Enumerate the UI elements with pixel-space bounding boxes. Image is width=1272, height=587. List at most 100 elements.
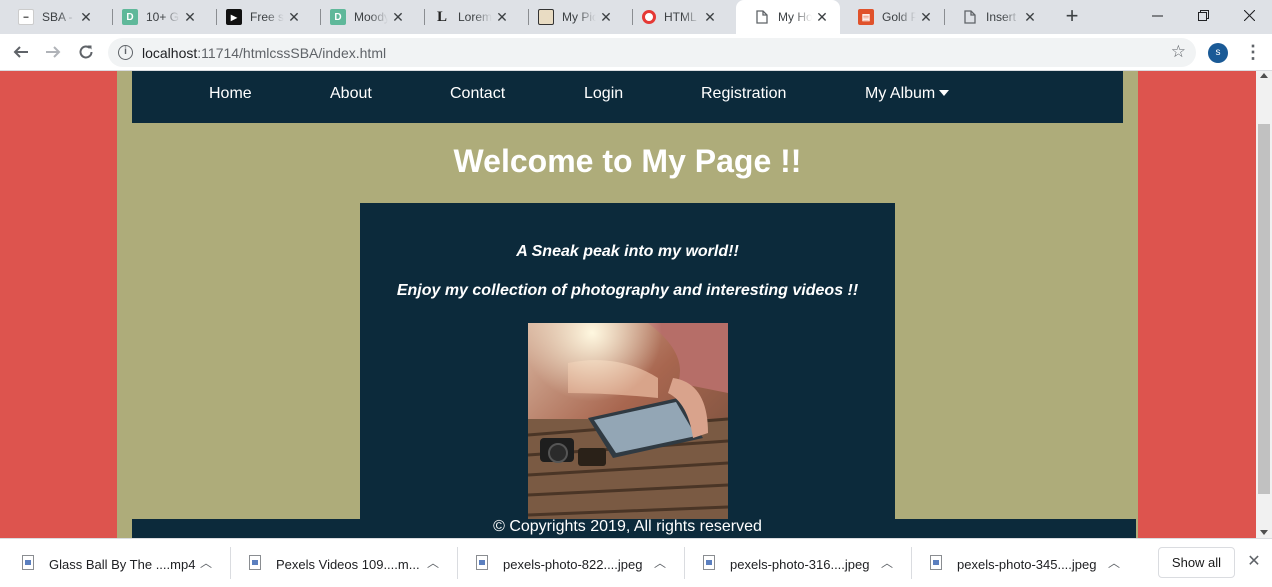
close-tab-icon[interactable]: ✕ [180,9,200,26]
scroll-up-arrow-icon[interactable] [1260,73,1268,78]
page-scrollbar[interactable] [1256,71,1272,538]
download-item[interactable]: pexels-photo-822....jpeg ︿ [454,539,681,587]
profile-avatar[interactable]: s [1208,43,1228,63]
caret-down-icon [939,90,950,96]
file-icon [476,555,488,570]
close-tab-icon[interactable]: ✕ [284,9,304,26]
url-path: :11714/htmlcssSBA/index.html [197,45,387,61]
tagline-secondary: Enjoy my collection of photography and i… [396,282,859,299]
restore-icon[interactable] [1180,0,1226,30]
nav-home[interactable]: Home [209,85,252,103]
footer-copyright: © Copyrights 2019, All rights reserved [493,518,762,535]
sba-favicon-icon: ▬ [18,9,34,25]
tab-title: Gold Pa [882,10,916,24]
page-viewport: Home About Contact Login Registration My… [0,71,1256,538]
picture-favicon-icon [538,9,554,25]
download-item[interactable]: pexels-photo-345....jpeg ︿ [908,539,1135,587]
close-window-icon[interactable] [1226,0,1272,30]
tab-title: My Hor [778,10,812,24]
chevron-up-icon[interactable]: ︿ [1108,554,1120,571]
new-tab-icon[interactable]: + [1060,5,1084,29]
orange-favicon-icon: ▤ [858,9,874,25]
file-icon [249,555,261,570]
browser-tab[interactable]: ▶ Free sto ✕ [208,0,312,34]
browser-tab[interactable]: ▤ Gold Pa ✕ [840,0,944,34]
url-text: localhost:11714/htmlcssSBA/index.html [142,45,386,61]
site-navbar: Home About Contact Login Registration My… [132,71,1123,123]
green-d-favicon-icon: D [330,9,346,25]
tab-title: Insert ti [986,10,1020,24]
nav-my-album[interactable]: My Album [865,85,950,103]
file-icon [22,555,34,570]
download-filename: Pexels Videos 109....m... [276,557,420,572]
opera-favicon-icon [642,10,656,24]
close-tab-icon[interactable]: ✕ [76,9,96,26]
url-host: localhost [142,45,198,61]
close-tab-icon[interactable]: ✕ [596,9,616,26]
tab-title: Moody [354,10,388,24]
tab-title: My Pict [562,10,596,24]
page-favicon-icon [962,9,978,25]
play-favicon-icon: ▶ [226,9,242,25]
download-filename: Glass Ball By The ....mp4 [49,557,196,572]
browser-tab[interactable]: Insert ti ✕ [944,0,1048,34]
nav-about[interactable]: About [330,85,372,103]
browser-tab[interactable]: ▬ SBA - H ✕ [0,0,104,34]
download-item[interactable]: Pexels Videos 109....m... ︿ [227,539,454,587]
chevron-up-icon[interactable]: ︿ [427,554,439,571]
file-icon [930,555,942,570]
close-tab-icon[interactable]: ✕ [492,9,512,26]
browser-tab[interactable]: HTML C ✕ [624,0,728,34]
forward-arrow-icon[interactable] [41,40,65,64]
browser-tab-active[interactable]: My Hor ✕ [736,0,840,34]
file-icon [703,555,715,570]
tab-title: 10+ Gr [146,10,180,24]
scrollbar-thumb[interactable] [1258,124,1270,494]
nav-login[interactable]: Login [584,85,623,103]
featured-photo [528,323,728,519]
menu-kebab-icon[interactable]: ⋮ [1244,41,1262,63]
page-container: Home About Contact Login Registration My… [117,71,1138,538]
tab-title: Lorem I [458,10,492,24]
download-item[interactable]: Glass Ball By The ....mp4 ︿ [0,539,227,587]
tab-title: SBA - H [42,10,76,24]
close-shelf-icon[interactable]: ✕ [1245,551,1263,573]
tab-title: Free sto [250,10,284,24]
download-item[interactable]: pexels-photo-316....jpeg ︿ [681,539,908,587]
browser-tab[interactable]: My Pict ✕ [520,0,624,34]
tagline-primary: A Sneak peak into my world!! [516,243,739,260]
bookmark-star-icon[interactable]: ☆ [1171,42,1186,62]
browser-toolbar: i localhost:11714/htmlcssSBA/index.html … [0,34,1272,71]
chevron-up-icon[interactable]: ︿ [200,554,212,571]
reload-icon[interactable] [74,40,98,64]
download-filename: pexels-photo-345....jpeg [957,557,1097,572]
close-tab-icon[interactable]: ✕ [1020,9,1040,26]
nav-registration[interactable]: Registration [701,85,786,103]
address-bar[interactable]: i localhost:11714/htmlcssSBA/index.html … [108,38,1196,67]
browser-tab[interactable]: D Moody ✕ [312,0,416,34]
scroll-down-arrow-icon[interactable] [1260,530,1268,535]
tab-title: HTML C [664,10,700,24]
close-tab-icon[interactable]: ✕ [700,9,720,26]
lorem-l-favicon-icon: L [436,8,447,25]
site-info-icon[interactable]: i [118,45,133,60]
tab-strip: ▬ SBA - H ✕ D 10+ Gr ✕ ▶ Free sto ✕ D Mo… [0,0,1272,34]
download-filename: pexels-photo-316....jpeg [730,557,870,572]
nav-contact[interactable]: Contact [450,85,505,103]
download-filename: pexels-photo-822....jpeg [503,557,643,572]
close-tab-icon[interactable]: ✕ [388,9,408,26]
page-favicon-icon [754,9,770,25]
chevron-up-icon[interactable]: ︿ [654,554,666,571]
minimize-icon[interactable] [1134,0,1180,30]
green-d-favicon-icon: D [122,9,138,25]
close-tab-icon[interactable]: ✕ [916,9,936,26]
browser-tab[interactable]: D 10+ Gr ✕ [104,0,208,34]
chevron-up-icon[interactable]: ︿ [881,554,893,571]
back-arrow-icon[interactable] [9,40,33,64]
close-tab-icon[interactable]: ✕ [812,9,832,26]
intro-panel: A Sneak peak into my world!! Enjoy my co… [360,203,895,538]
show-all-button[interactable]: Show all [1158,547,1235,578]
browser-tab[interactable]: L Lorem I ✕ [416,0,520,34]
page-title: Welcome to My Page !! [453,143,802,179]
download-shelf: Glass Ball By The ....mp4 ︿ Pexels Video… [0,538,1272,586]
